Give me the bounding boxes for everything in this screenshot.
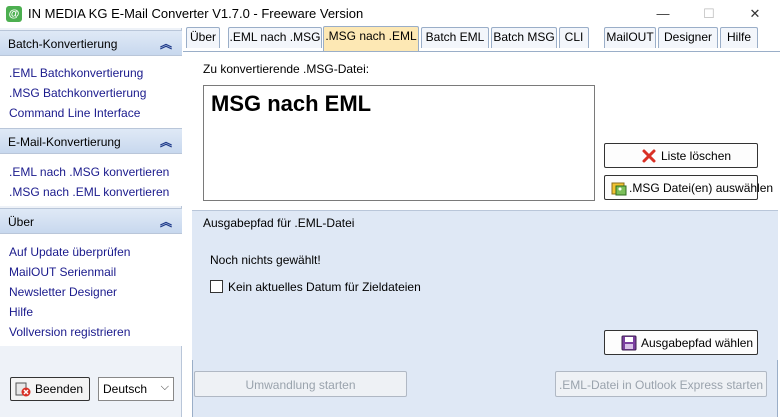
minimize-button[interactable]: — xyxy=(640,0,686,28)
sidebar-item-eml-batch[interactable]: .EML Batchkonvertierung xyxy=(9,66,143,80)
no-date-checkbox-label[interactable]: Kein aktuelles Datum für Zieldateien xyxy=(228,280,421,294)
sidebar: Batch-Konvertierung ︽ .EML Batchkonverti… xyxy=(0,28,182,417)
quit-button[interactable]: Beenden xyxy=(10,377,90,401)
tab-mailout[interactable]: MailOUT xyxy=(604,27,656,48)
output-status: Noch nichts gewählt! xyxy=(210,253,321,267)
exit-icon xyxy=(15,382,31,397)
sidebar-item-update[interactable]: Auf Update überprüfen xyxy=(9,245,130,259)
source-label: Zu konvertierende .MSG-Datei: xyxy=(203,62,370,76)
sidebar-item-mailout[interactable]: MailOUT Serienmail xyxy=(9,265,116,279)
collapse-chevron-icon[interactable]: ︽ xyxy=(160,213,172,230)
window-title: IN MEDIA KG E-Mail Converter V1.7.0 - Fr… xyxy=(28,6,364,21)
sidebar-item-newsletter[interactable]: Newsletter Designer xyxy=(9,285,117,299)
msg-file-list[interactable]: MSG nach EML xyxy=(203,85,595,201)
open-outlook-express-label: .EML-Datei in Outlook Express starten xyxy=(558,378,764,392)
close-button[interactable]: ✕ xyxy=(732,0,778,28)
folder-image-icon xyxy=(611,182,627,196)
sidebar-item-eml-to-msg[interactable]: .EML nach .MSG konvertieren xyxy=(9,165,169,179)
maximize-button[interactable]: ☐ xyxy=(686,0,732,28)
group-header-about[interactable]: Über ︽ xyxy=(0,208,182,234)
group-body-email: .EML nach .MSG konvertieren .MSG nach .E… xyxy=(0,154,182,206)
choose-output-path-button[interactable]: Ausgabepfad wählen xyxy=(604,330,758,355)
tab-help[interactable]: Hilfe xyxy=(720,27,758,48)
clear-list-button[interactable]: Liste löschen xyxy=(604,143,758,168)
start-conversion-button[interactable]: Umwandlung starten xyxy=(194,371,407,397)
tab-eml-to-msg[interactable]: .EML nach .MSG xyxy=(228,27,322,48)
tab-msg-to-eml[interactable]: .MSG nach .EML xyxy=(323,26,419,51)
start-conversion-label: Umwandlung starten xyxy=(245,378,356,392)
app-icon: @ xyxy=(6,6,22,22)
group-body-batch: .EML Batchkonvertierung .MSG Batchkonver… xyxy=(0,56,182,128)
sidebar-item-cli[interactable]: Command Line Interface xyxy=(9,106,140,120)
collapse-chevron-icon[interactable]: ︽ xyxy=(160,133,172,150)
group-body-about: Auf Update überprüfen MailOUT Serienmail… xyxy=(0,234,182,346)
tab-cli[interactable]: CLI xyxy=(559,27,589,48)
choose-output-path-label: Ausgabepfad wählen xyxy=(641,336,754,350)
sidebar-item-help[interactable]: Hilfe xyxy=(9,305,33,319)
group-label: Über xyxy=(8,215,35,229)
sidebar-item-register[interactable]: Vollversion registrieren xyxy=(9,325,130,339)
group-label: E-Mail-Konvertierung xyxy=(8,135,121,149)
collapse-chevron-icon[interactable]: ︽ xyxy=(160,35,172,52)
group-header-batch[interactable]: Batch-Konvertierung ︽ xyxy=(0,30,182,56)
sidebar-item-msg-to-eml[interactable]: .MSG nach .EML konvertieren xyxy=(9,185,169,199)
clear-x-icon xyxy=(642,149,656,163)
quit-button-label: Beenden xyxy=(35,382,84,396)
app-window: @ IN MEDIA KG E-Mail Converter V1.7.0 - … xyxy=(0,0,780,417)
list-content: MSG nach EML xyxy=(211,91,372,116)
output-group-label: Ausgabepfad für .EML-Datei xyxy=(203,216,355,230)
group-header-email[interactable]: E-Mail-Konvertierung ︽ xyxy=(0,128,182,154)
group-label: Batch-Konvertierung xyxy=(8,37,118,51)
select-msg-files-label: .MSG Datei(en) auswählen xyxy=(629,181,774,195)
no-date-checkbox[interactable] xyxy=(210,280,223,293)
select-msg-files-button[interactable]: .MSG Datei(en) auswählen xyxy=(604,175,773,200)
sidebar-item-msg-batch[interactable]: .MSG Batchkonvertierung xyxy=(9,86,146,100)
tab-batch-eml[interactable]: Batch EML xyxy=(421,27,489,48)
language-select[interactable]: Deutsch ⌵ xyxy=(98,377,174,401)
language-value: Deutsch xyxy=(103,382,148,396)
clear-list-label: Liste löschen xyxy=(661,149,732,163)
tab-designer[interactable]: Designer xyxy=(658,27,718,48)
chevron-down-icon: ⌵ xyxy=(160,381,169,393)
tab-batch-msg[interactable]: Batch MSG xyxy=(491,27,557,48)
title-bar: @ IN MEDIA KG E-Mail Converter V1.7.0 - … xyxy=(0,0,780,28)
tab-about[interactable]: Über xyxy=(186,27,220,48)
open-outlook-express-button[interactable]: .EML-Datei in Outlook Express starten xyxy=(555,371,767,397)
save-disk-icon xyxy=(621,335,637,351)
